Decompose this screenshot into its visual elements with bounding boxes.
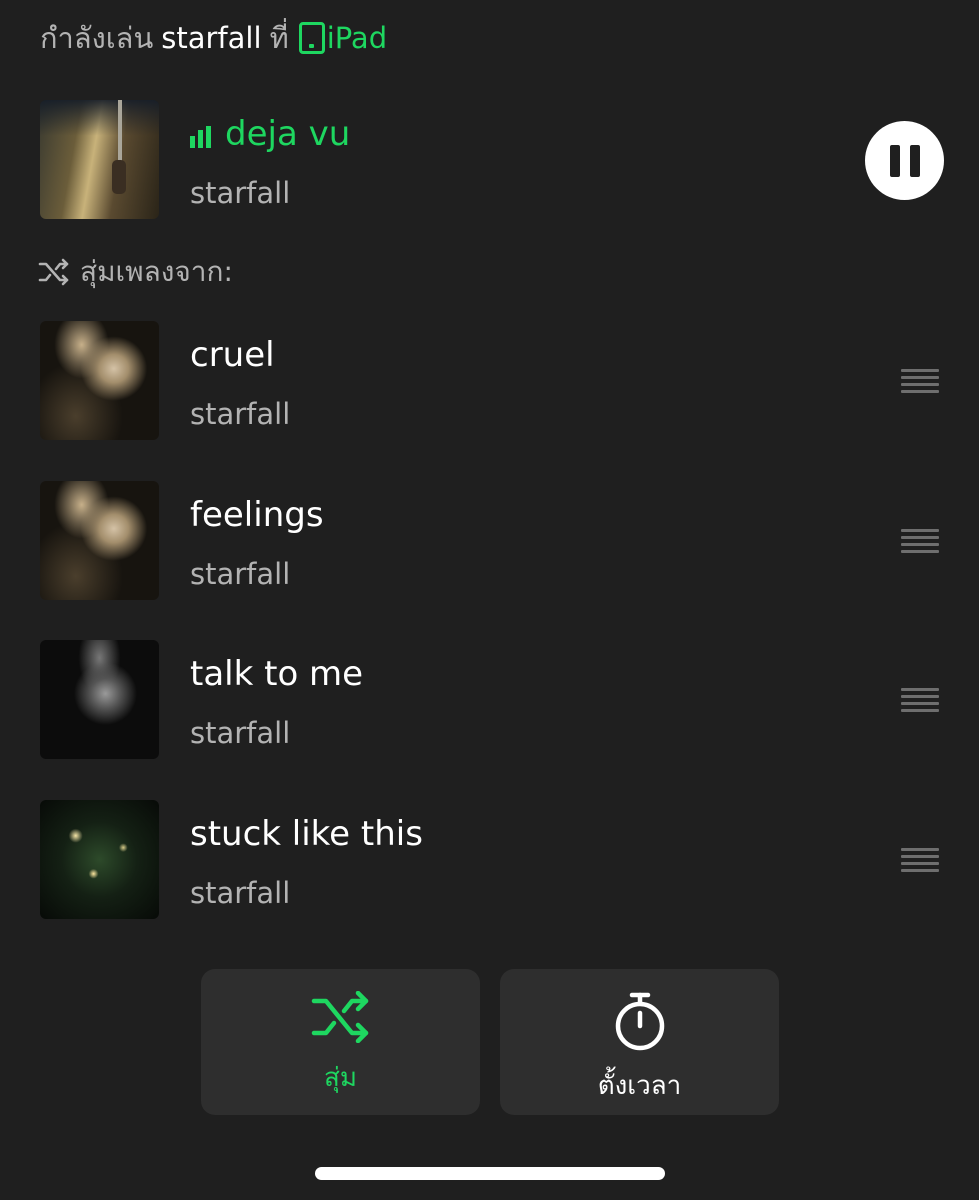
- drag-handle-icon[interactable]: [901, 529, 939, 553]
- shuffle-button[interactable]: สุ่ม: [201, 969, 480, 1115]
- home-indicator[interactable]: [315, 1167, 665, 1180]
- now-playing-artist: starfall: [190, 176, 291, 210]
- sleep-timer-button[interactable]: ตั้งเวลา: [500, 969, 779, 1115]
- timer-icon: [615, 992, 664, 1051]
- now-playing-cover-art: [40, 100, 159, 219]
- now-playing-track[interactable]: deja vu starfall: [40, 100, 945, 220]
- track-title: talk to me: [190, 654, 364, 694]
- track-title: feelings: [190, 495, 324, 535]
- header-artist: starfall: [161, 21, 262, 55]
- header-connector: ที่: [269, 21, 289, 55]
- pause-icon: [889, 144, 900, 177]
- shuffle-icon: [38, 258, 69, 286]
- queue-item-cruel[interactable]: cruel starfall: [40, 321, 945, 441]
- track-artist: starfall: [190, 876, 291, 910]
- device-label: iPad: [326, 21, 388, 55]
- now-playing-title: deja vu: [225, 114, 351, 154]
- track-cover-art: [40, 321, 159, 440]
- track-title: cruel: [190, 335, 275, 375]
- track-cover-art: [40, 800, 159, 919]
- track-artist: starfall: [190, 397, 291, 431]
- track-title: stuck like this: [190, 814, 423, 854]
- shuffle-from-text: สุ่มเพลงจาก:: [80, 255, 233, 288]
- playing-prefix: กำลังเล่น: [40, 21, 154, 55]
- track-cover-art: [40, 481, 159, 600]
- track-artist: starfall: [190, 716, 291, 750]
- drag-handle-icon[interactable]: [901, 848, 939, 872]
- queue-item-stuck-like-this[interactable]: stuck like this starfall: [40, 800, 945, 920]
- ipad-icon: [298, 22, 325, 54]
- shuffle-icon: [311, 991, 368, 1043]
- playing-on-device-header[interactable]: กำลังเล่น starfall ที่ iPad: [40, 18, 387, 58]
- device-name[interactable]: iPad: [289, 21, 387, 55]
- equalizer-icon: [190, 126, 211, 148]
- pause-button[interactable]: [865, 121, 944, 200]
- queue-item-feelings[interactable]: feelings starfall: [40, 481, 945, 601]
- now-playing-title-row: deja vu: [190, 114, 350, 154]
- shuffle-button-label: สุ่ม: [323, 1063, 357, 1093]
- track-artist: starfall: [190, 557, 291, 591]
- drag-handle-icon[interactable]: [901, 688, 939, 712]
- sleep-timer-label: ตั้งเวลา: [597, 1071, 682, 1101]
- track-cover-art: [40, 640, 159, 759]
- queue-item-talk-to-me[interactable]: talk to me starfall: [40, 640, 945, 760]
- shuffle-from-label: สุ่มเพลงจาก:: [38, 250, 233, 294]
- drag-handle-icon[interactable]: [901, 369, 939, 393]
